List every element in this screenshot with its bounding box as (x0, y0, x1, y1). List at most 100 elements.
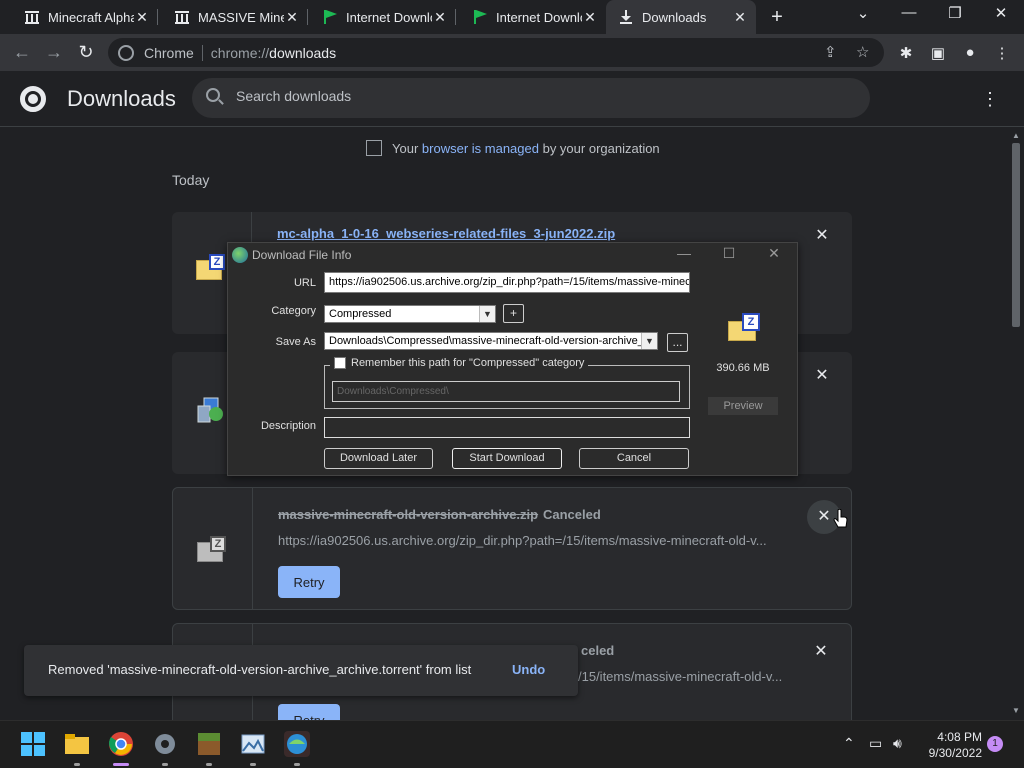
cancel-button[interactable]: Cancel (579, 448, 689, 469)
download-later-button[interactable]: Download Later (324, 448, 433, 469)
category-value: Compressed (329, 308, 392, 320)
download-filename[interactable]: mc-alpha_1-0-16_webseries-related-files_… (277, 226, 615, 241)
app-indicator (113, 763, 129, 766)
reload-icon[interactable]: ↻ (75, 42, 97, 63)
app-indicator (294, 763, 300, 766)
chrome-icon (118, 44, 134, 61)
profile-icon[interactable]: ● (961, 44, 979, 61)
tab-title: Downloads (642, 9, 707, 25)
remember-path-field: Downloads\Compressed\ (332, 381, 680, 402)
installer-icon (197, 397, 223, 423)
retry-button[interactable]: Retry (278, 566, 340, 598)
tab-separator (455, 9, 456, 25)
zip-file-icon: Z (197, 536, 227, 562)
browser-toolbar: ← → ↻ Chrome chrome://downloads ⇪ ☆ ✱ ▣ … (0, 34, 1024, 71)
chevron-down-icon: ▼ (641, 333, 657, 349)
tab-close-icon[interactable]: ✕ (582, 9, 598, 26)
forward-icon[interactable]: → (43, 42, 65, 63)
tab-internet-download-1[interactable]: Internet Downlo ✕ (310, 0, 456, 34)
settings-icon[interactable] (152, 731, 178, 757)
chrome-taskbar-icon[interactable] (108, 731, 134, 757)
scroll-down-icon[interactable]: ▼ (1012, 706, 1020, 715)
managed-link[interactable]: browser is managed (422, 141, 539, 156)
tab-close-icon[interactable]: ✕ (284, 9, 300, 26)
start-icon[interactable] (20, 731, 46, 757)
tab-close-icon[interactable]: ✕ (134, 9, 150, 26)
tab-search-chevron-icon[interactable]: ⌄ (853, 4, 873, 22)
search-bar[interactable] (192, 78, 870, 118)
dialog-minimize-icon[interactable]: — (674, 245, 694, 261)
search-icon (206, 88, 220, 102)
dialog-maximize-icon[interactable]: ☐ (719, 245, 739, 262)
download-filename[interactable]: massive-minecraft-old-version-archive.zi… (278, 507, 538, 522)
tab-close-icon[interactable]: ✕ (732, 9, 748, 26)
remove-item-icon[interactable]: ✕ (811, 641, 831, 661)
share-icon[interactable]: ⇪ (824, 43, 837, 61)
tab-massive-minecraft[interactable]: MASSIVE Minec ✕ (162, 0, 308, 34)
remove-item-icon[interactable]: ✕ (812, 365, 832, 385)
download-file-info-dialog: Download File Info — ☐ ✕ URL https://ia9… (227, 242, 798, 476)
idm-taskbar-icon[interactable] (284, 731, 310, 757)
category-select[interactable]: Compressed ▼ (324, 305, 496, 323)
page-title: Downloads (67, 86, 176, 111)
app-indicator (74, 763, 80, 766)
tab-title: Internet Downlo (346, 9, 432, 25)
download-item: Z massive-minecraft-old-version-archive.… (172, 487, 852, 610)
url-field[interactable]: https://ia902506.us.archive.org/zip_dir.… (324, 272, 690, 293)
clock-date[interactable]: 9/30/2022 (916, 746, 982, 760)
download-url[interactable]: https://ia902506.us.archive.org/zip_dir.… (278, 533, 767, 548)
tab-title: Internet Downlo (496, 9, 582, 25)
scroll-thumb[interactable] (1012, 143, 1020, 327)
extensions-icon[interactable]: ✱ (897, 44, 915, 62)
remember-path-checkbox-row[interactable]: Remember this path for "Compressed" cate… (330, 357, 589, 369)
new-tab-button[interactable]: + (766, 6, 788, 29)
app-indicator (250, 763, 256, 766)
archive-icon (25, 11, 39, 24)
page-scrollbar[interactable]: ▲ ▼ (1008, 127, 1024, 720)
add-category-button[interactable]: + (503, 304, 524, 323)
toast-message: Removed 'massive-minecraft-old-version-a… (48, 662, 472, 677)
side-panel-icon[interactable]: ▣ (929, 44, 947, 62)
notification-badge[interactable]: 1 (987, 736, 1003, 752)
close-window-icon[interactable]: ✕ (991, 4, 1011, 22)
search-input[interactable] (236, 88, 836, 104)
flag-icon (324, 10, 337, 24)
photos-icon[interactable] (240, 731, 266, 757)
downloads-header: Downloads ⋮ (0, 71, 1024, 127)
undo-button[interactable]: Undo (512, 662, 545, 677)
description-field[interactable] (324, 417, 690, 438)
saveas-value: Downloads\Compressed\massive-minecraft-o… (329, 335, 644, 347)
tab-separator (157, 9, 158, 25)
address-bar[interactable]: Chrome chrome://downloads ⇪ ☆ (108, 38, 884, 67)
minecraft-icon[interactable] (196, 731, 222, 757)
tab-close-icon[interactable]: ✕ (432, 9, 448, 26)
managed-prefix: Your (392, 140, 419, 156)
tab-internet-download-2[interactable]: Internet Downlo ✕ (460, 0, 606, 34)
restore-icon[interactable]: ❐ (945, 4, 965, 22)
scroll-up-icon[interactable]: ▲ (1012, 131, 1020, 140)
network-icon[interactable]: ▭ (869, 735, 882, 752)
dialog-title: Download File Info (252, 248, 352, 262)
remove-item-icon[interactable]: ✕ (812, 225, 832, 245)
start-download-button[interactable]: Start Download (452, 448, 562, 469)
minimize-icon[interactable]: — (899, 4, 919, 21)
back-icon[interactable]: ← (11, 42, 33, 63)
dialog-close-icon[interactable]: ✕ (764, 245, 784, 262)
tab-title: MASSIVE Minec (198, 9, 284, 25)
browse-button[interactable]: ... (667, 333, 688, 352)
tab-downloads[interactable]: Downloads ✕ (606, 0, 756, 34)
hand-cursor-icon (833, 509, 848, 528)
download-icon (620, 10, 632, 24)
dialog-titlebar[interactable]: Download File Info — ☐ ✕ (228, 243, 797, 267)
file-explorer-icon[interactable] (64, 731, 90, 757)
saveas-select[interactable]: Downloads\Compressed\massive-minecraft-o… (324, 332, 658, 350)
show-hidden-icons-icon[interactable]: ⌃ (843, 735, 855, 752)
tab-minecraft-alpha[interactable]: Minecraft Alpha ✕ (12, 0, 158, 34)
clock-time[interactable]: 4:08 PM (924, 730, 982, 744)
remember-path-checkbox[interactable] (334, 357, 346, 369)
download-url[interactable]: /15/items/massive-minecraft-old-v... (578, 669, 782, 684)
volume-icon[interactable]: 🔊︎ (893, 735, 902, 752)
more-options-icon[interactable]: ⋮ (980, 89, 1000, 110)
bookmark-star-icon[interactable]: ☆ (856, 43, 869, 61)
menu-icon[interactable]: ⋮ (993, 44, 1011, 62)
